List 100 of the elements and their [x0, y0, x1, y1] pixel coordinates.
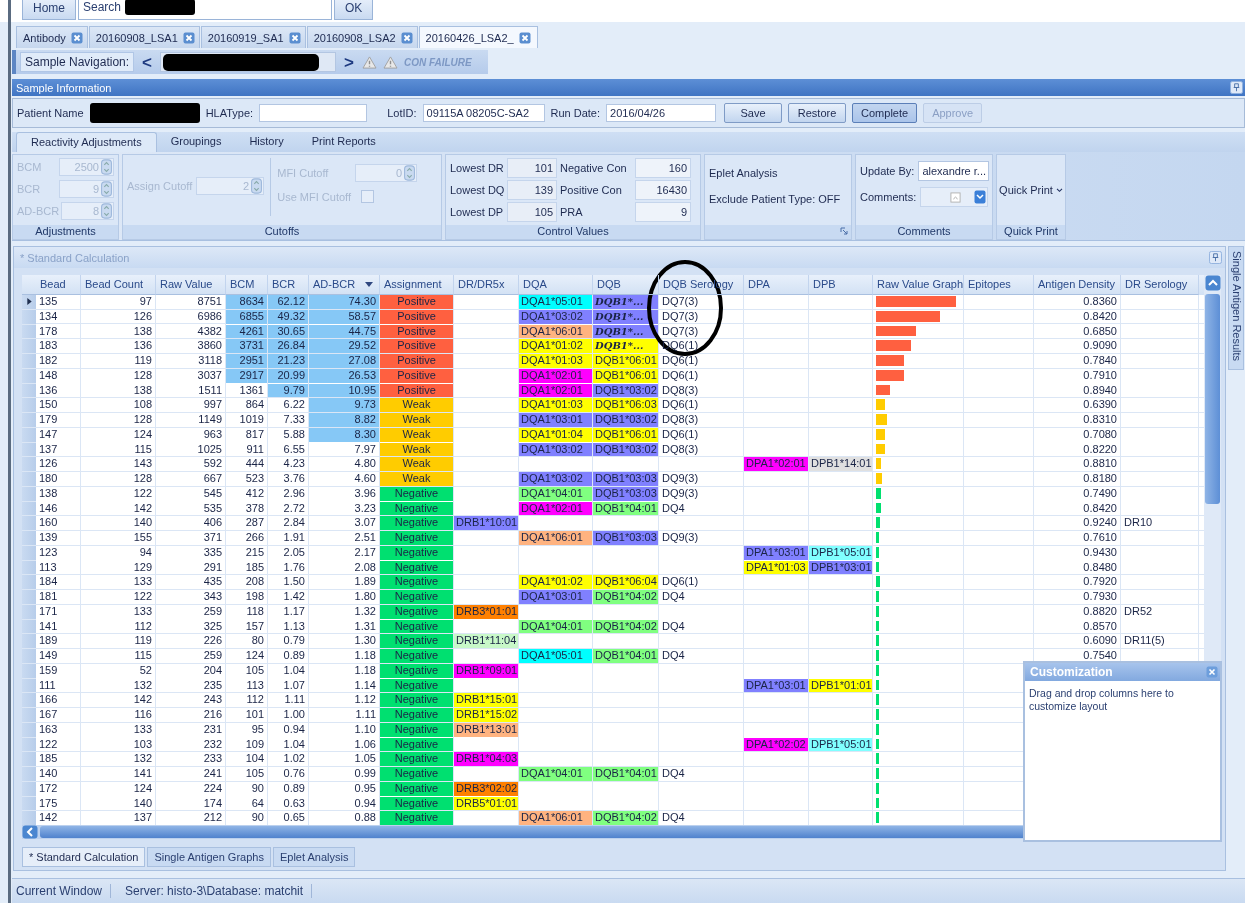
close-icon[interactable] — [182, 31, 195, 44]
scroll-left-icon[interactable] — [22, 825, 38, 839]
document-tab[interactable]: 20160426_LSA2_ — [418, 26, 538, 48]
table-cell: Positive — [380, 383, 453, 398]
pin-icon[interactable] — [1230, 81, 1243, 94]
table-cell: DQB1*04:02 — [593, 590, 658, 604]
action-button[interactable]: Save — [724, 103, 783, 123]
previous-button[interactable]: < — [140, 53, 154, 71]
table-cell-text: 1.80 — [353, 590, 377, 604]
table-cell-text: 3.23 — [353, 501, 377, 516]
table-cell-text: 0.63 — [282, 796, 306, 811]
table-cell-text: DQ9(3) — [661, 531, 700, 545]
table-cell-text: 3118 — [197, 354, 223, 368]
number-field[interactable]: 16430 — [635, 180, 691, 200]
next-button[interactable]: > — [342, 53, 356, 71]
table-cell-text: 6986 — [196, 309, 223, 324]
document-tab[interactable]: 20160908_LSA2 — [306, 26, 418, 48]
table-cell: DQB1*03:02 — [593, 413, 658, 427]
sample-field[interactable] — [160, 52, 336, 72]
table-cell-text: 4.60 — [353, 472, 377, 486]
table-cell-text: 215 — [244, 545, 265, 560]
comments-dropdown[interactable] — [920, 187, 988, 207]
table-cell-text: DQ4 — [661, 649, 686, 663]
table-cell-text: DQ4 — [661, 767, 686, 781]
table-cell-text: 7.33 — [282, 413, 306, 427]
ribbon-tab[interactable]: Groupings — [156, 132, 236, 152]
number-field[interactable]: 9 — [635, 202, 691, 222]
table-cell-text: 1.12 — [353, 693, 377, 707]
row-header[interactable] — [22, 295, 36, 310]
number-field[interactable]: 105 — [507, 202, 557, 222]
table-cell: Positive — [380, 295, 453, 309]
view-tab[interactable]: Single Antigen Graphs — [147, 847, 271, 867]
ribbon-item[interactable]: Exclude Patient Type: OFF — [709, 193, 847, 205]
table-cell-text: 1.04 — [282, 663, 306, 678]
table-cell: DQA1*01:04 — [519, 427, 592, 442]
table-cell-text: 535 — [202, 501, 223, 516]
table-cell: DQB1*03:03 — [593, 531, 658, 545]
ribbon-item[interactable]: Eplet Analysis — [709, 167, 847, 179]
number-field[interactable]: 160 — [635, 158, 691, 178]
home-button[interactable]: Home — [22, 0, 76, 20]
search-field[interactable]: Search — [78, 0, 332, 20]
table-cell-text: 1.13 — [282, 619, 306, 634]
close-icon[interactable] — [288, 31, 301, 44]
table-cell-text: 128 — [132, 413, 153, 427]
ribbon-tab[interactable]: Reactivity Adjustments — [16, 132, 157, 152]
quick-print-button[interactable]: Quick Print — [999, 184, 1063, 196]
scroll-thumb[interactable] — [1205, 294, 1220, 504]
hla-type-field[interactable] — [259, 104, 368, 122]
ribbon-tab[interactable]: Print Reports — [297, 132, 390, 152]
group-title: Quick Print — [997, 225, 1065, 239]
table-cell-text: 122 — [132, 486, 153, 501]
table-cell: 4261 — [226, 324, 267, 339]
table-cell: 10.95 — [309, 383, 379, 398]
table-cell: DQA1*03:02 — [519, 472, 592, 486]
document-tab[interactable]: 20160919_SA1 — [200, 26, 306, 48]
close-icon[interactable] — [70, 31, 83, 44]
dropdown-icon[interactable] — [974, 189, 986, 205]
action-button[interactable]: Restore — [788, 103, 847, 123]
pin-icon[interactable] — [1209, 251, 1222, 264]
table-cell-text: 90 — [250, 781, 265, 796]
table-cell-text: 1.00 — [282, 708, 306, 722]
table-cell-text: 1.14 — [353, 678, 377, 693]
dialog-launcher-icon[interactable] — [840, 227, 848, 235]
view-tab[interactable]: Eplet Analysis — [272, 847, 356, 867]
table-cell-text: 128 — [132, 368, 153, 383]
update-by-field[interactable]: alexandre r... — [918, 161, 989, 181]
navigation-label: Sample Navigation: — [20, 52, 135, 72]
side-tab[interactable]: Single Antigen Results — [1228, 246, 1244, 370]
ok-button[interactable]: OK — [334, 0, 374, 20]
run-date-field[interactable]: 2016/04/26 — [606, 104, 717, 122]
view-tab[interactable]: * Standard Calculation — [22, 847, 146, 867]
ribbon-tab[interactable]: History — [235, 132, 298, 152]
table-cell: DQA1*03:02 — [519, 309, 592, 324]
panel-title: Customization — [1030, 665, 1113, 679]
table-cell: 44.75 — [309, 324, 379, 339]
lot-id-field[interactable]: 09115A 08205C-SA2 — [422, 104, 545, 122]
table-cell-text: 7.97 — [353, 442, 377, 457]
document-tab[interactable]: Antibody — [16, 26, 88, 48]
document-tab[interactable]: 20160908_LSA1 — [88, 26, 200, 48]
table-cell-text: 113 — [245, 678, 265, 693]
scroll-up-icon[interactable] — [1204, 275, 1221, 291]
table-cell: 26.84 — [268, 339, 308, 353]
table-cell-text: 0.8940 — [1082, 383, 1118, 398]
table-cell-text: 90 — [250, 811, 265, 825]
close-icon[interactable] — [1206, 666, 1218, 678]
close-icon[interactable] — [518, 31, 531, 44]
table-cell: DQA1*01:02 — [519, 339, 592, 353]
number-field[interactable]: 139 — [507, 180, 557, 200]
action-button[interactable]: Complete — [852, 103, 918, 123]
close-icon[interactable] — [400, 31, 413, 44]
table-cell-text: 1.02 — [282, 752, 306, 766]
table-cell-text: 133 — [132, 575, 153, 589]
table-cell: DQA1*02:01 — [519, 368, 592, 383]
table-cell-text: 0.7930 — [1082, 590, 1118, 604]
table-cell-text: DQ6(1) — [661, 354, 700, 368]
table-cell-text: 2.72 — [282, 501, 306, 516]
table-cell-text: 124 — [132, 781, 153, 796]
table-cell-text: 159 — [38, 663, 59, 678]
group-title: Adjustments — [13, 225, 118, 239]
number-field[interactable]: 101 — [507, 158, 557, 178]
